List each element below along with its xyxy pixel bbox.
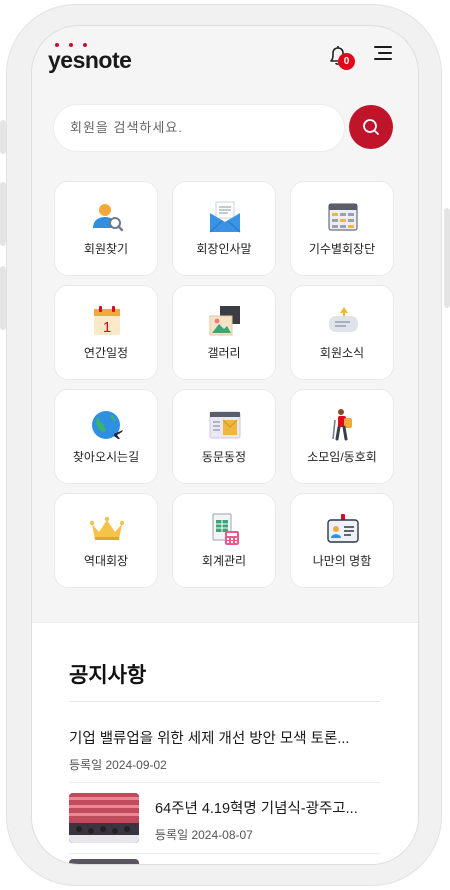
menu-label: 동문동정 — [201, 450, 247, 464]
notice-item-date: 등록일 2024-09-02 — [69, 758, 167, 772]
logo-text: yesnote — [48, 47, 132, 73]
menu-label: 회원찾기 — [83, 242, 129, 256]
gallery-icon — [209, 306, 240, 336]
table-icon — [328, 203, 358, 231]
news-icon — [329, 307, 358, 332]
menu-label: 기수별회장단 — [308, 242, 376, 256]
search-icon — [363, 119, 379, 135]
menu-generation-officers[interactable]: 기수별회장단 — [290, 181, 394, 276]
divider — [69, 701, 380, 702]
notice-section: 공지사항 기업 밸류업을 위한 세제 개선 방안 모색 토론... 등록일 20… — [32, 622, 418, 864]
divider — [69, 782, 380, 783]
menu-accounting[interactable]: 회계관리 — [172, 493, 276, 588]
menu-member-news[interactable]: 회원소식 — [290, 285, 394, 380]
menu-annual-schedule[interactable]: 1 연간일정 — [54, 285, 158, 380]
notice-thumbnail — [69, 859, 139, 864]
menu-member-search[interactable]: 회원찾기 — [54, 181, 158, 276]
menu-label: 나만의 명함 — [312, 554, 372, 568]
globe-plane-icon — [92, 411, 123, 439]
notice-title: 공지사항 — [69, 664, 147, 687]
svg-text:1: 1 — [103, 319, 111, 336]
menu-label: 회장인사말 — [196, 242, 252, 256]
app-header: yesnote 0 — [32, 26, 418, 96]
document-icon — [209, 411, 241, 439]
menu-label: 찾아오시는길 — [72, 450, 140, 464]
menu-label: 갤러리 — [207, 346, 241, 360]
notice-item-title: 기업 밸류업을 위한 세제 개선 방안 모색 토론... — [69, 731, 350, 747]
business-card-icon — [327, 514, 359, 543]
menu-clubs[interactable]: 소모임/동호회 — [290, 389, 394, 484]
notice-thumbnail — [69, 793, 139, 843]
member-search-input[interactable]: 회원을 검색하세요. — [53, 104, 345, 152]
menu-alumni-news[interactable]: 동문동정 — [172, 389, 276, 484]
envelope-icon — [209, 201, 241, 233]
hiker-icon — [332, 409, 352, 441]
menu-directions[interactable]: 찾아오시는길 — [54, 389, 158, 484]
notification-count-badge: 0 — [338, 53, 355, 70]
app-screen: yesnote 0 회원을 검색하세요. 회원찾기 회장인사말 기수별회장단 1… — [31, 25, 419, 865]
menu-label: 회계관리 — [201, 554, 247, 568]
notice-item[interactable]: 64주년 4.19혁명 기념식-광주고... 등록일 2024-08-07 — [69, 793, 380, 843]
search-button[interactable] — [349, 105, 393, 149]
notice-item[interactable]: 기업 밸류업을 위한 세제 개선 방안 모색 토론... 등록일 2024-09… — [69, 727, 380, 773]
crown-icon — [90, 516, 124, 540]
menu-president-greeting[interactable]: 회장인사말 — [172, 181, 276, 276]
menu-business-card[interactable]: 나만의 명함 — [290, 493, 394, 588]
phone-side-button — [0, 182, 6, 246]
member-search-icon — [93, 204, 124, 232]
phone-side-button — [0, 120, 6, 154]
menu-past-presidents[interactable]: 역대회장 — [54, 493, 158, 588]
divider — [69, 853, 380, 854]
notice-item-date: 등록일 2024-08-07 — [155, 828, 253, 842]
menu-label: 역대회장 — [83, 554, 129, 568]
notice-item-title: 64주년 4.19혁명 기념식-광주고... — [155, 801, 358, 817]
menu-label: 연간일정 — [83, 346, 129, 360]
menu-label: 회원소식 — [319, 346, 365, 360]
hamburger-menu-icon[interactable] — [370, 44, 392, 62]
phone-side-button — [0, 266, 6, 330]
phone-side-button — [444, 208, 450, 308]
accounting-icon — [212, 513, 239, 545]
calendar-icon: 1 — [94, 306, 120, 336]
menu-gallery[interactable]: 갤러리 — [172, 285, 276, 380]
menu-label: 소모임/동호회 — [307, 450, 377, 464]
yesnote-logo[interactable]: yesnote — [48, 43, 148, 77]
